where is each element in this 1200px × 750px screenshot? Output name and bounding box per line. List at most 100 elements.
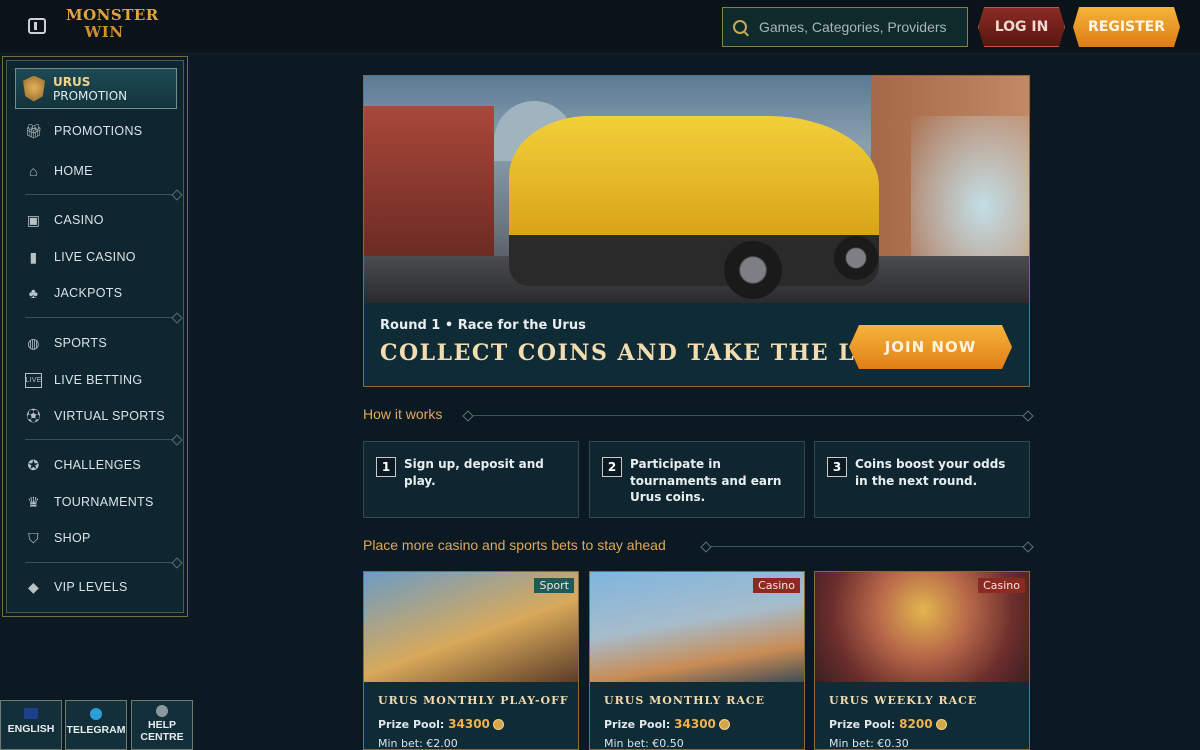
race-card-title: URUS MONTHLY PLAY-OFF: [378, 694, 569, 707]
logo-line2: WIN: [84, 23, 124, 41]
step-number: 3: [827, 457, 847, 477]
section-divider: [468, 415, 1028, 416]
category-tag: Sport: [534, 578, 574, 593]
sidebar-divider: [25, 439, 177, 440]
sidebar-divider: [25, 317, 177, 318]
hero-title: COLLECT COINS AND TAKE THE LEAD: [380, 340, 913, 366]
logo[interactable]: MONSTER WIN: [66, 7, 158, 47]
coin-icon: [935, 719, 947, 730]
sidebar-item-label: HOME: [54, 164, 93, 178]
playing-card-icon: ▮: [29, 248, 38, 265]
top-bar: MONSTER WIN LOG IN REGISTER: [0, 0, 1200, 54]
ball-icon: ◍: [27, 334, 40, 351]
race-card[interactable]: Sport URUS MONTHLY PLAY-OFF Prize Pool: …: [363, 571, 579, 750]
step-number: 1: [376, 457, 396, 477]
sidebar-item-shop[interactable]: ⛉ SHOP: [25, 527, 91, 549]
step-text: Sign up, deposit and play.: [404, 457, 544, 488]
prize-pool-label: Prize Pool:: [378, 718, 445, 731]
sidebar-divider: [25, 562, 177, 563]
flag-icon: [24, 708, 38, 719]
sidebar-item-label: VIRTUAL SPORTS: [54, 409, 165, 423]
sidebar-item-challenges[interactable]: ✪ CHALLENGES: [25, 454, 141, 476]
bets-section-title: Place more casino and sports bets to sta…: [363, 537, 666, 553]
gift-icon: 🎁︎: [24, 122, 43, 139]
live-icon: LIVE: [25, 372, 42, 388]
language-label: ENGLISH: [7, 723, 55, 735]
min-bet-value: €0.30: [877, 737, 909, 750]
section-divider: [706, 546, 1028, 547]
prize-pool-value: 8200: [899, 717, 933, 731]
category-tag: Casino: [978, 578, 1025, 593]
sidebar-item-label: TOURNAMENTS: [54, 495, 154, 509]
prize-pool: Prize Pool: 34300: [604, 717, 730, 731]
sidebar-item-label: PROMOTIONS: [54, 124, 143, 138]
hero-banner: Round 1 • Race for the Urus COLLECT COIN…: [363, 75, 1030, 387]
home-icon: ⌂: [29, 163, 38, 179]
race-card[interactable]: Casino URUS WEEKLY RACE Prize Pool: 8200…: [814, 571, 1030, 750]
race-card[interactable]: Casino URUS MONTHLY RACE Prize Pool: 343…: [589, 571, 805, 750]
search-box[interactable]: [722, 7, 968, 47]
telegram-label: TELEGRAM: [66, 724, 126, 736]
coin-icon: [718, 719, 730, 730]
sidebar-item-home[interactable]: ⌂ HOME: [25, 160, 93, 182]
help-centre-button[interactable]: HELP CENTRE: [131, 700, 193, 750]
step-card: 2 Participate in tournaments and earn Ur…: [589, 441, 805, 518]
hero-caption: Round 1 • Race for the Urus: [380, 318, 586, 333]
sidebar-item-live-betting[interactable]: LIVE LIVE BETTING: [25, 369, 142, 391]
race-card-title: URUS WEEKLY RACE: [829, 694, 978, 707]
slot-machine-icon: ▣: [26, 211, 41, 228]
step-text: Coins boost your odds in the next round.: [855, 457, 1006, 488]
sidebar-item-casino[interactable]: ▣ CASINO: [25, 209, 104, 231]
join-now-button[interactable]: JOIN NOW: [849, 325, 1012, 369]
step-card: 1 Sign up, deposit and play.: [363, 441, 579, 518]
sidebar-item-virtual-sports[interactable]: ⚽︎ VIRTUAL SPORTS: [25, 405, 165, 427]
sidebar-item-jackpots[interactable]: ♣ JACKPOTS: [25, 282, 122, 304]
diamond-icon: ◆: [27, 578, 40, 595]
medal-icon: ✪: [27, 456, 40, 473]
sidebar-promo-urus[interactable]: URUS PROMOTION: [15, 68, 177, 109]
min-bet: Min bet: €0.30: [829, 737, 909, 750]
sidebar-item-vip-levels[interactable]: ◆ VIP LEVELS: [25, 576, 128, 598]
help-icon: [156, 705, 168, 717]
language-button[interactable]: ENGLISH: [0, 700, 62, 750]
login-button[interactable]: LOG IN: [978, 7, 1065, 47]
sidebar-item-label: CHALLENGES: [54, 458, 142, 472]
bull-badge-icon: [23, 75, 45, 102]
telegram-icon: [90, 708, 102, 720]
race-card-title: URUS MONTHLY RACE: [604, 694, 766, 707]
prize-pool-value: 34300: [674, 717, 716, 731]
virtual-ball-icon: ⚽︎: [26, 408, 41, 424]
hero-car-image: [364, 76, 1029, 303]
trophy-icon: ♛: [27, 493, 40, 510]
min-bet-value: €0.50: [652, 737, 684, 750]
sidebar-item-label: SPORTS: [54, 336, 107, 350]
min-bet: Min bet: €2.00: [378, 737, 458, 750]
sidebar-item-promotions[interactable]: 🎁︎ PROMOTIONS: [24, 120, 143, 142]
sidebar-item-label: JACKPOTS: [54, 286, 123, 300]
promo-title: URUS: [53, 74, 91, 89]
sidebar-divider: [25, 194, 177, 195]
min-bet: Min bet: €0.50: [604, 737, 684, 750]
basket-icon: ⛉: [28, 529, 39, 546]
step-text: Participate in tournaments and earn Urus…: [630, 457, 782, 504]
prize-pool-value: 34300: [448, 717, 490, 731]
sidebar-item-sports[interactable]: ◍ SPORTS: [25, 332, 107, 354]
sidebar-toggle-icon[interactable]: [28, 18, 46, 34]
search-input[interactable]: [759, 19, 959, 35]
min-bet-label: Min bet:: [604, 737, 649, 750]
search-icon: [733, 20, 747, 34]
prize-pool: Prize Pool: 34300: [378, 717, 504, 731]
prize-pool-label: Prize Pool:: [829, 718, 896, 731]
clover-icon: ♣: [28, 285, 39, 301]
category-tag: Casino: [753, 578, 800, 593]
register-button[interactable]: REGISTER: [1073, 7, 1180, 47]
min-bet-value: €2.00: [426, 737, 458, 750]
sidebar-item-label: SHOP: [54, 531, 91, 545]
sidebar: URUS PROMOTION 🎁︎ PROMOTIONS ⌂ HOME ▣ CASIN…: [2, 56, 188, 617]
sidebar-item-live-casino[interactable]: ▮ LIVE CASINO: [25, 246, 136, 268]
telegram-button[interactable]: TELEGRAM: [65, 700, 127, 750]
sidebar-item-label: VIP LEVELS: [54, 580, 128, 594]
sidebar-item-tournaments[interactable]: ♛ TOURNAMENTS: [25, 491, 154, 513]
how-it-works-title: How it works: [363, 406, 443, 422]
min-bet-label: Min bet:: [378, 737, 423, 750]
